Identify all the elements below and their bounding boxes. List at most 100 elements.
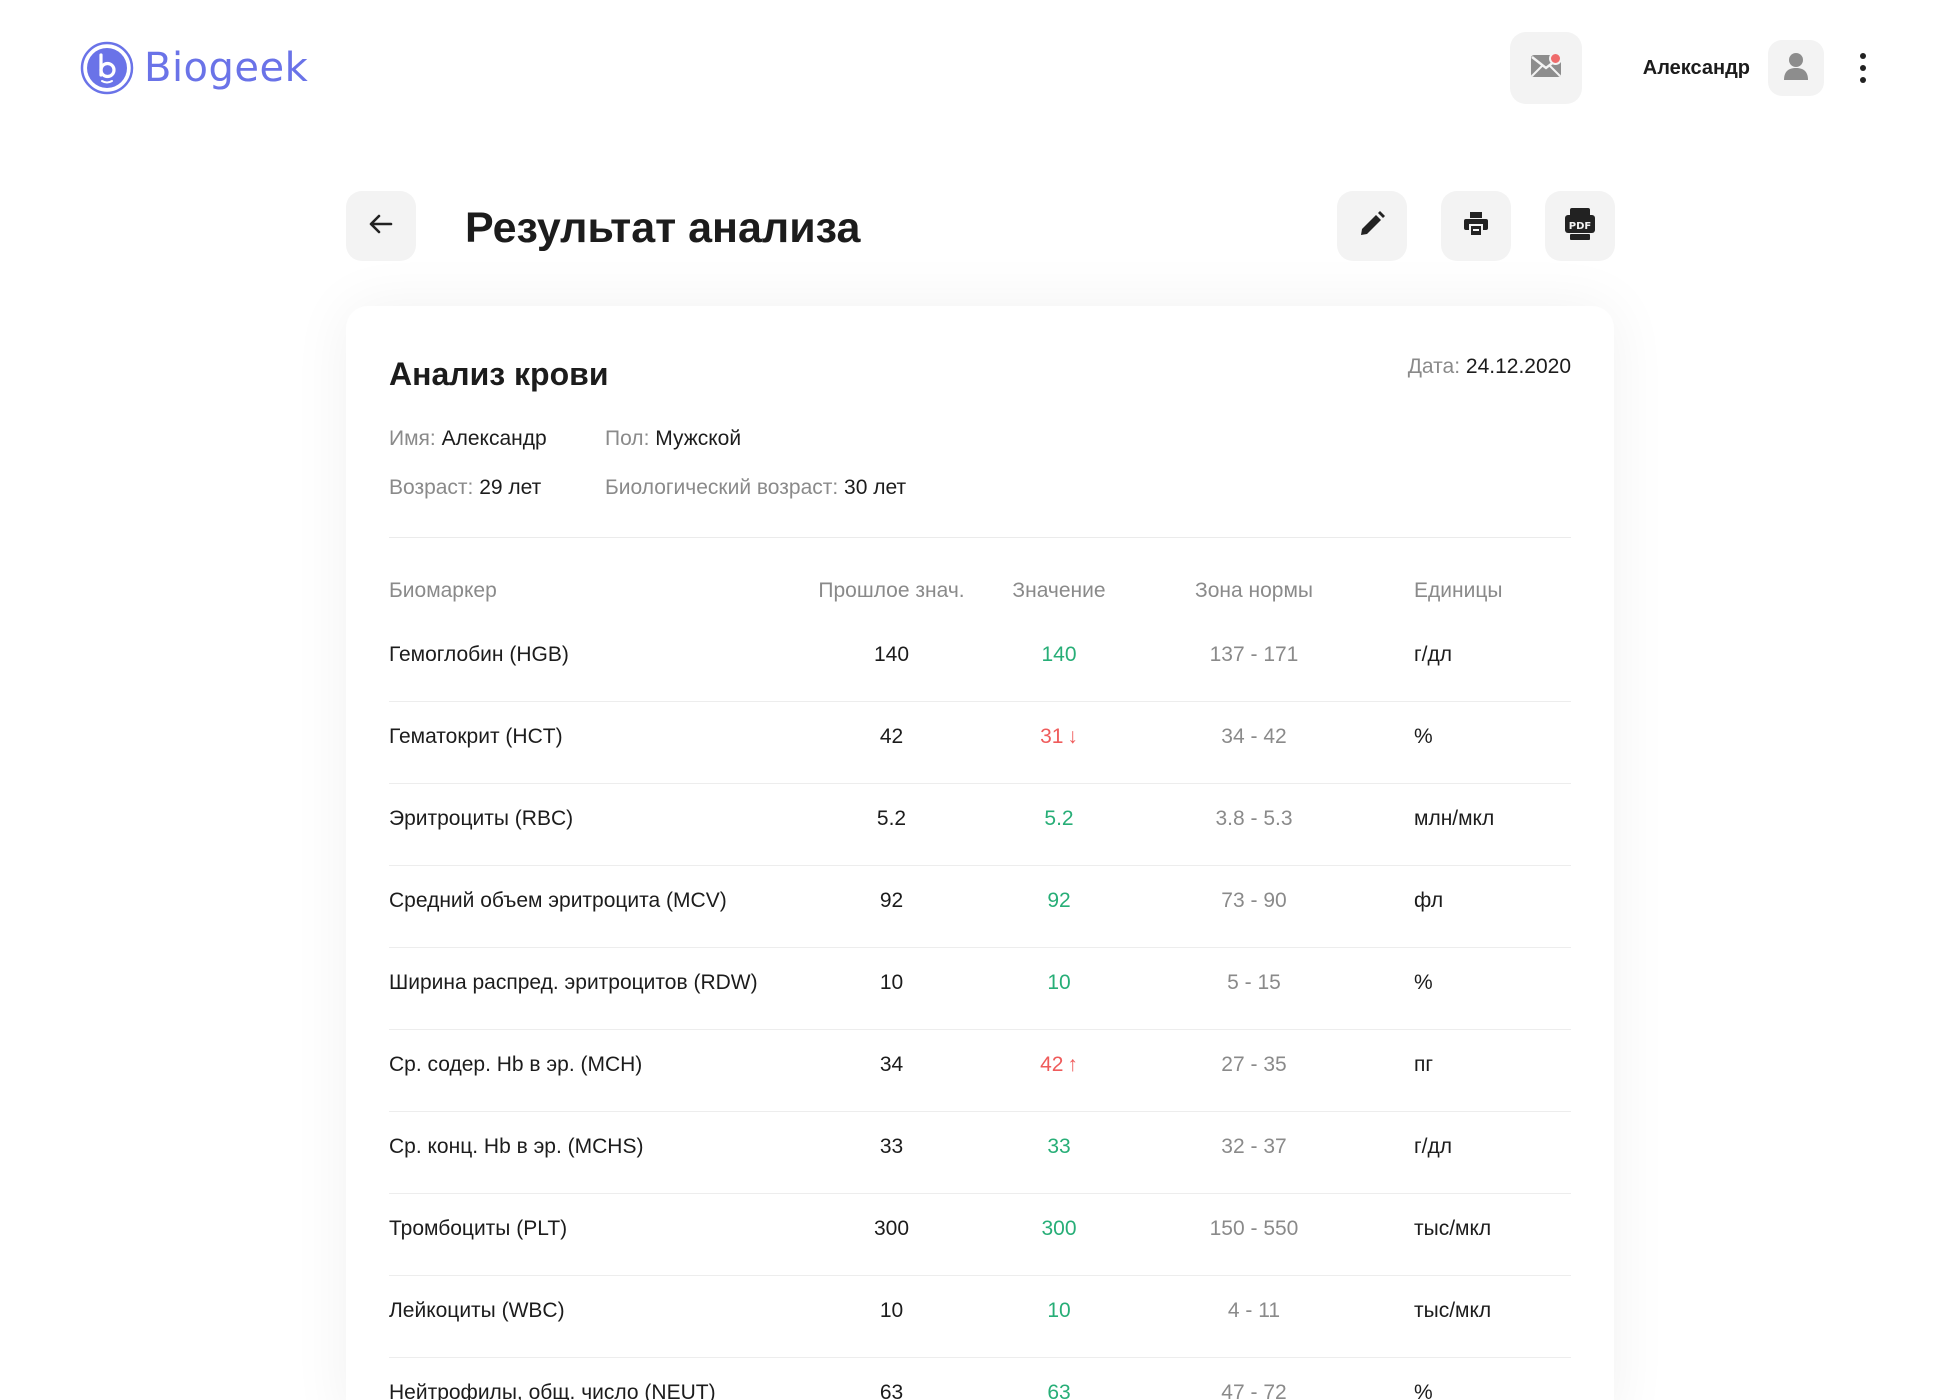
unit: г/дл xyxy=(1414,643,1453,666)
table-row[interactable]: Эритроциты (RBC) 5.2 5.2 3.8 - 5.3 млн/мкл xyxy=(389,784,1571,866)
patient-bio-age: Биологический возраст: 30 лет xyxy=(605,473,906,503)
previous-value: 140 xyxy=(873,643,910,666)
table-row[interactable]: Гематокрит (HCT) 42 31 ↓ 34 - 42% xyxy=(389,702,1571,784)
arrow-down-icon: ↓ xyxy=(1067,725,1078,748)
reference-range: 27 - 35 xyxy=(1221,1053,1287,1076)
current-value: 10 xyxy=(1009,968,1109,998)
value-text: 140 xyxy=(1041,643,1077,666)
value-text: 10 xyxy=(1047,971,1071,994)
table-row[interactable]: Лейкоциты (WBC) 10 10 4 - 11 тыс/мкл xyxy=(389,1276,1571,1358)
arrow-left-icon xyxy=(369,214,393,239)
table-header: Биомаркер Прошлое знач. Значение Зона но… xyxy=(389,576,1571,606)
table-row[interactable]: Средний объем эритроцита (MCV) 92 92 73 - 9… xyxy=(389,866,1571,948)
pdf-file-icon: PDF xyxy=(1564,207,1596,246)
pdf-button[interactable]: PDF xyxy=(1545,191,1615,261)
current-value: 140 xyxy=(1009,640,1109,670)
unit: г/дл xyxy=(1414,1135,1453,1158)
value-text: 31 xyxy=(1040,725,1064,748)
table-row[interactable]: Гемоглобин (HGB) 140 140 137 - 171 г/дл xyxy=(389,620,1571,702)
name-value: Александр xyxy=(441,427,547,450)
reference-range: 73 - 90 xyxy=(1221,889,1287,912)
value-text: 5.2 xyxy=(1044,807,1074,830)
biomarker-name: Средний объем эритроцита (MCV) xyxy=(389,889,727,912)
header-biomarker: Биомаркер xyxy=(389,579,497,602)
table-row[interactable]: Ср. содер. Hb в эр. (MCH) 34 42 ↑ 27 - 35 пг xyxy=(389,1030,1571,1112)
reference-range: 3.8 - 5.3 xyxy=(1215,807,1293,830)
analysis-card: Анализ крови Дата: 24.12.2020 Имя: Алекс… xyxy=(346,306,1614,1400)
messages-button[interactable] xyxy=(1510,32,1582,104)
back-button[interactable] xyxy=(346,191,416,261)
previous-value: 92 xyxy=(879,889,904,912)
previous-value: 10 xyxy=(879,1299,904,1322)
user-avatar[interactable] xyxy=(1768,40,1824,96)
table-row[interactable]: Нейтрофилы, общ. число (NEUT) 63 63 47 - 72… xyxy=(389,1358,1571,1400)
user-name[interactable]: Александр xyxy=(1620,56,1750,80)
previous-value: 34 xyxy=(879,1053,904,1076)
more-menu-button[interactable] xyxy=(1848,46,1878,90)
header-previous: Прошлое знач. xyxy=(818,579,965,602)
age-value: 29 лет xyxy=(479,476,542,499)
current-value: 33 xyxy=(1009,1132,1109,1162)
value-text: 300 xyxy=(1041,1217,1077,1240)
reference-range: 137 - 171 xyxy=(1209,643,1299,666)
svg-text:PDF: PDF xyxy=(1569,221,1591,232)
patient-age: Возраст: 29 лет xyxy=(389,473,541,503)
unit: млн/мкл xyxy=(1414,807,1495,830)
current-value: 42 ↑ xyxy=(1009,1050,1109,1080)
sex-label: Пол: xyxy=(605,427,650,450)
reference-range: 47 - 72 xyxy=(1221,1381,1287,1400)
more-vertical-icon xyxy=(1860,53,1866,59)
previous-value: 5.2 xyxy=(876,807,907,830)
unit: % xyxy=(1414,725,1433,748)
unit: % xyxy=(1414,971,1433,994)
previous-value: 63 xyxy=(879,1381,904,1400)
biomarker-name: Эритроциты (RBC) xyxy=(389,807,574,830)
bio-age-value: 30 лет xyxy=(844,476,907,499)
page-title: Результат анализа xyxy=(465,204,861,252)
patient-name: Имя: Александр xyxy=(389,424,547,454)
previous-value: 33 xyxy=(879,1135,904,1158)
patient-sex: Пол: Мужской xyxy=(605,424,741,454)
bio-age-label: Биологический возраст: xyxy=(605,476,839,499)
date-label: Дата: xyxy=(1407,355,1461,378)
current-value: 10 xyxy=(1009,1296,1109,1326)
current-value: 5.2 xyxy=(1009,804,1109,834)
biomarker-name: Тромбоциты (PLT) xyxy=(389,1217,568,1240)
date-value: 24.12.2020 xyxy=(1465,355,1571,378)
app-name: Biogeek xyxy=(144,45,309,91)
biomarker-name: Ср. содер. Hb в эр. (MCH) xyxy=(389,1053,643,1076)
previous-value: 10 xyxy=(879,971,904,994)
current-value: 63 xyxy=(1009,1378,1109,1400)
current-value: 31 ↓ xyxy=(1009,722,1109,752)
age-label: Возраст: xyxy=(389,476,474,499)
biomarker-name: Ширина распред. эритроцитов (RDW) xyxy=(389,971,758,994)
arrow-up-icon: ↑ xyxy=(1067,1053,1078,1076)
reference-range: 32 - 37 xyxy=(1221,1135,1287,1158)
previous-value: 42 xyxy=(879,725,904,748)
current-value: 300 xyxy=(1009,1214,1109,1244)
reference-range: 5 - 15 xyxy=(1227,971,1281,994)
print-button[interactable] xyxy=(1441,191,1511,261)
notification-badge xyxy=(1549,52,1562,65)
reference-range: 150 - 550 xyxy=(1209,1217,1299,1240)
biomarker-name: Нейтрофилы, общ. число (NEUT) xyxy=(389,1381,716,1400)
biogeek-logo-icon xyxy=(80,41,134,95)
unit: тыс/мкл xyxy=(1414,1217,1492,1240)
value-text: 33 xyxy=(1047,1135,1071,1158)
value-text: 10 xyxy=(1047,1299,1071,1322)
biomarker-name: Гемоглобин (HGB) xyxy=(389,643,569,666)
analysis-date: Дата: 24.12.2020 xyxy=(1408,352,1571,382)
table-row[interactable]: Ср. конц. Hb в эр. (MCHS) 33 33 32 - 37 г/дл xyxy=(389,1112,1571,1194)
name-label: Имя: xyxy=(389,427,436,450)
unit: % xyxy=(1414,1381,1433,1400)
biomarker-name: Ср. конц. Hb в эр. (MCHS) xyxy=(389,1135,644,1158)
edit-button[interactable] xyxy=(1337,191,1407,261)
printer-icon xyxy=(1462,210,1490,243)
header-value: Значение xyxy=(1012,579,1106,602)
value-text: 63 xyxy=(1047,1381,1071,1400)
app-logo[interactable]: Biogeek xyxy=(80,41,308,95)
value-text: 92 xyxy=(1047,889,1071,912)
table-row[interactable]: Тромбоциты (PLT) 300 300 150 - 550 тыс/мкл xyxy=(389,1194,1571,1276)
table-row[interactable]: Ширина распред. эритроцитов (RDW) 10 10 5 -… xyxy=(389,948,1571,1030)
reference-range: 4 - 11 xyxy=(1227,1299,1281,1322)
